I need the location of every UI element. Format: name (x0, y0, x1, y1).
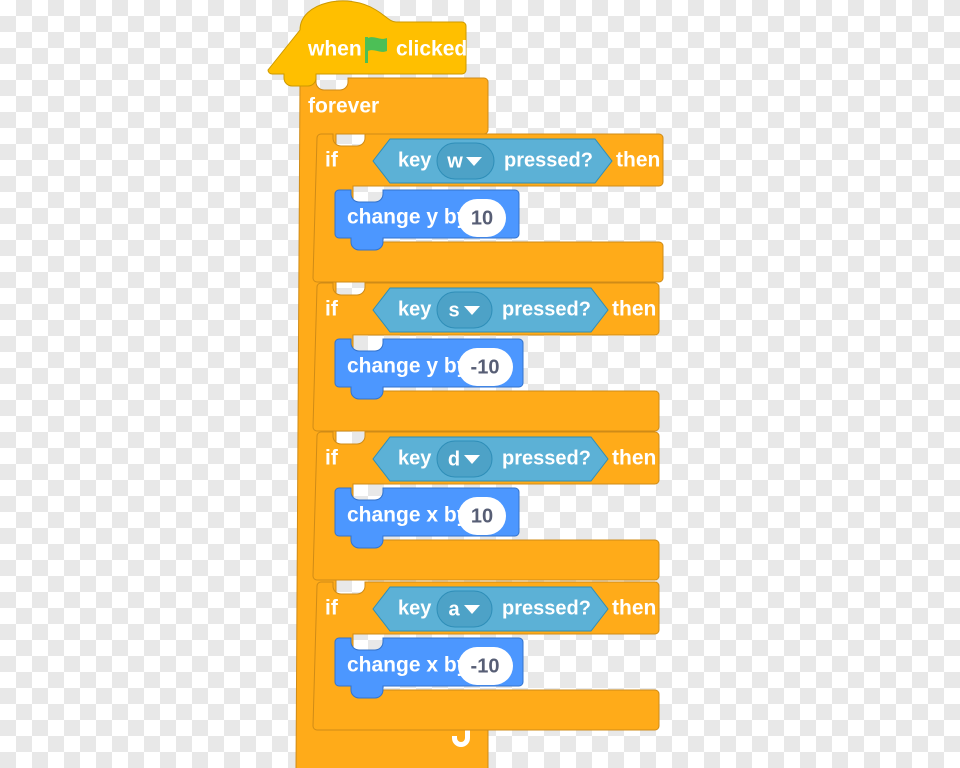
key-pressed-boolean-1[interactable]: key w pressed? (372, 138, 613, 184)
key-dropdown-value-1: w (446, 150, 463, 172)
when-green-flag-clicked-block[interactable]: when clicked (267, 0, 467, 87)
hat-text-before: when (307, 38, 362, 61)
if-then-block-4[interactable]: if key a pressed? then change x by -10 (312, 581, 660, 731)
change-y-block-1[interactable]: change y by 10 (334, 189, 520, 251)
change-x-label-3: change x by (347, 504, 469, 527)
change-x-value-3: 10 (471, 505, 493, 527)
if-label-2: if (325, 298, 339, 321)
key-dropdown-value-4: a (448, 598, 460, 620)
change-y-label-1: change y by (347, 206, 469, 229)
boolean-prefix-4: key (398, 597, 432, 619)
if-label-4: if (325, 597, 339, 620)
change-x-block-4[interactable]: change x by -10 (334, 637, 524, 699)
change-x-value-input-3[interactable]: 10 (458, 497, 506, 535)
boolean-suffix-3: pressed? (502, 447, 591, 469)
if-label-1: if (325, 149, 339, 172)
boolean-suffix-1: pressed? (504, 149, 593, 171)
key-dropdown-field-2[interactable] (436, 291, 493, 329)
key-dropdown-value-2: s (448, 299, 459, 321)
boolean-suffix-2: pressed? (502, 298, 591, 320)
change-y-value-1: 10 (471, 207, 493, 229)
change-y-label-2: change y by (347, 355, 469, 378)
then-label-3: then (612, 447, 656, 470)
key-dropdown-3[interactable]: d (436, 440, 493, 478)
if-then-block-1[interactable]: if key w pressed? then change y by 10 (312, 133, 664, 283)
change-x-value-4: -10 (471, 655, 500, 677)
then-label-1: then (616, 149, 660, 172)
key-pressed-boolean-3[interactable]: key d pressed? (372, 436, 609, 482)
change-y-value-input-2[interactable]: -10 (458, 348, 513, 386)
key-dropdown-field-3[interactable] (436, 440, 493, 478)
key-pressed-boolean-2[interactable]: key s pressed? (372, 287, 609, 333)
scratch-blocks-svg: forever when clicked if key w pressed? t… (267, 0, 664, 768)
change-x-value-input-4[interactable]: -10 (458, 647, 513, 685)
hat-text-after: clicked (396, 38, 467, 61)
change-y-value-2: -10 (471, 356, 500, 378)
change-x-block-3[interactable]: change x by 10 (334, 487, 520, 549)
forever-label: forever (308, 95, 379, 118)
scratch-script-canvas: forever when clicked if key w pressed? t… (0, 0, 960, 768)
if-then-block-3[interactable]: if key d pressed? then change x by 10 (312, 431, 660, 581)
key-dropdown-field-4[interactable] (436, 590, 493, 628)
key-pressed-boolean-4[interactable]: key a pressed? (372, 586, 609, 632)
key-dropdown-value-3: d (448, 448, 460, 470)
then-label-4: then (612, 597, 656, 620)
key-dropdown-1[interactable]: w (436, 142, 495, 180)
boolean-prefix-3: key (398, 447, 432, 469)
key-dropdown-2[interactable]: s (436, 291, 493, 329)
change-x-label-4: change x by (347, 654, 469, 677)
boolean-prefix-2: key (398, 298, 432, 320)
boolean-prefix-1: key (398, 149, 432, 171)
boolean-suffix-4: pressed? (502, 597, 591, 619)
key-dropdown-4[interactable]: a (436, 590, 493, 628)
change-y-block-2[interactable]: change y by -10 (334, 338, 524, 400)
change-y-value-input-1[interactable]: 10 (458, 199, 506, 237)
key-dropdown-field-1[interactable] (436, 142, 495, 180)
then-label-2: then (612, 298, 656, 321)
if-then-block-2[interactable]: if key s pressed? then change y by -10 (312, 282, 660, 432)
if-label-3: if (325, 447, 339, 470)
